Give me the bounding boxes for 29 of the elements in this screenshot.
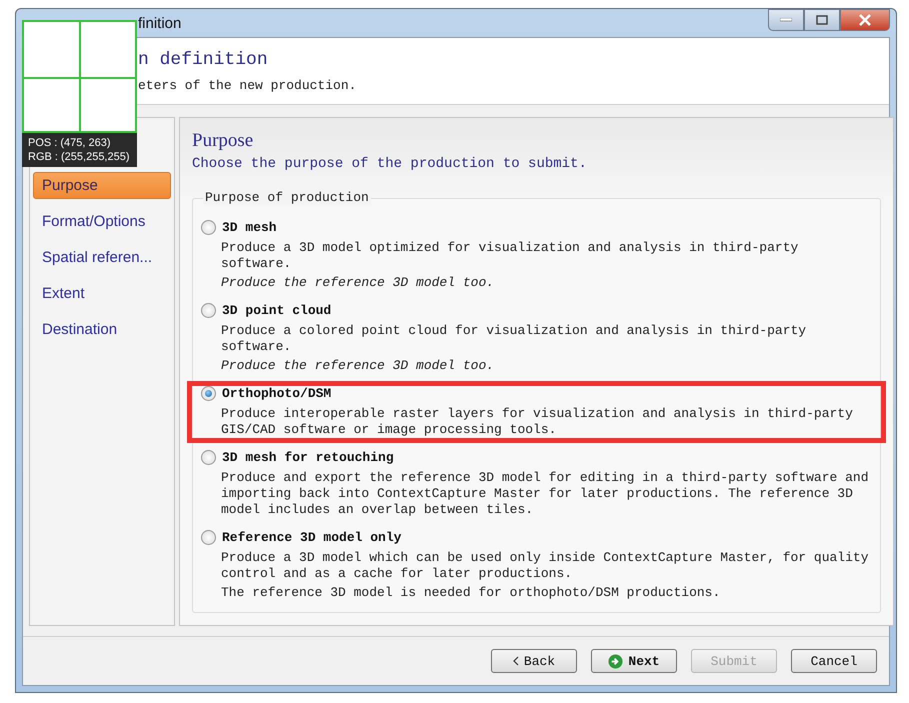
option-description: Produce a colored point cloud for visualization and analysis in third-party software. bbox=[221, 323, 808, 355]
step-item[interactable]: Destination bbox=[33, 316, 171, 343]
option-note: The reference 3D model is needed for orthophoto/DSM productions. bbox=[221, 585, 722, 601]
back-button[interactable]: Back bbox=[491, 649, 577, 673]
page-title: Purpose bbox=[192, 130, 254, 152]
wizard-subtitle: eters of the new production. bbox=[138, 78, 358, 92]
option-description: Produce a 3D model which can be used only inside ContextCapture Master, for quality control and as a cache for later productions. bbox=[221, 550, 870, 582]
page-subtitle: Choose the purpose of the production to submit. bbox=[192, 156, 588, 172]
dialog-button[interactable]: Cancel bbox=[791, 649, 877, 673]
step-item[interactable]: Format/Options bbox=[33, 208, 171, 235]
step-item[interactable]: Extent bbox=[33, 280, 171, 307]
option-description: Produce and export the reference 3D model for editing in a third-party software and importing back into ContextCapture Master for later productions. The reference 3D model includes an overlap between tiles. bbox=[221, 470, 870, 518]
option-note: Produce the reference 3D model too. bbox=[221, 358, 496, 374]
color-readout: RGB : (255,255,255) bbox=[28, 151, 131, 163]
option-label[interactable]: Reference 3D model only bbox=[222, 530, 402, 545]
window-title: finition bbox=[138, 14, 182, 32]
option-description: Produce a 3D model optimized for visualization and analysis in third-party software. bbox=[221, 240, 800, 272]
next-button[interactable]: Next bbox=[591, 649, 677, 673]
option-label[interactable]: 3D mesh bbox=[222, 220, 277, 235]
wizard-title: n definition bbox=[138, 50, 269, 70]
option-note: Produce the reference 3D model too. bbox=[221, 275, 496, 291]
option-label[interactable]: 3D point cloud bbox=[222, 303, 332, 318]
step-item[interactable]: Spatial referen... bbox=[33, 244, 171, 271]
option-description: Produce interoperable raster layers for visualization and analysis in third-party GIS/CAD software or image processing tools. bbox=[221, 406, 854, 438]
option-label[interactable]: Orthophoto/DSM bbox=[222, 386, 332, 401]
step-item[interactable]: Purpose bbox=[33, 172, 171, 199]
option-label[interactable]: 3D mesh for retouching bbox=[222, 450, 394, 465]
group-title: Purpose of production bbox=[203, 190, 371, 205]
position-readout: POS : (475, 263) bbox=[28, 137, 112, 149]
